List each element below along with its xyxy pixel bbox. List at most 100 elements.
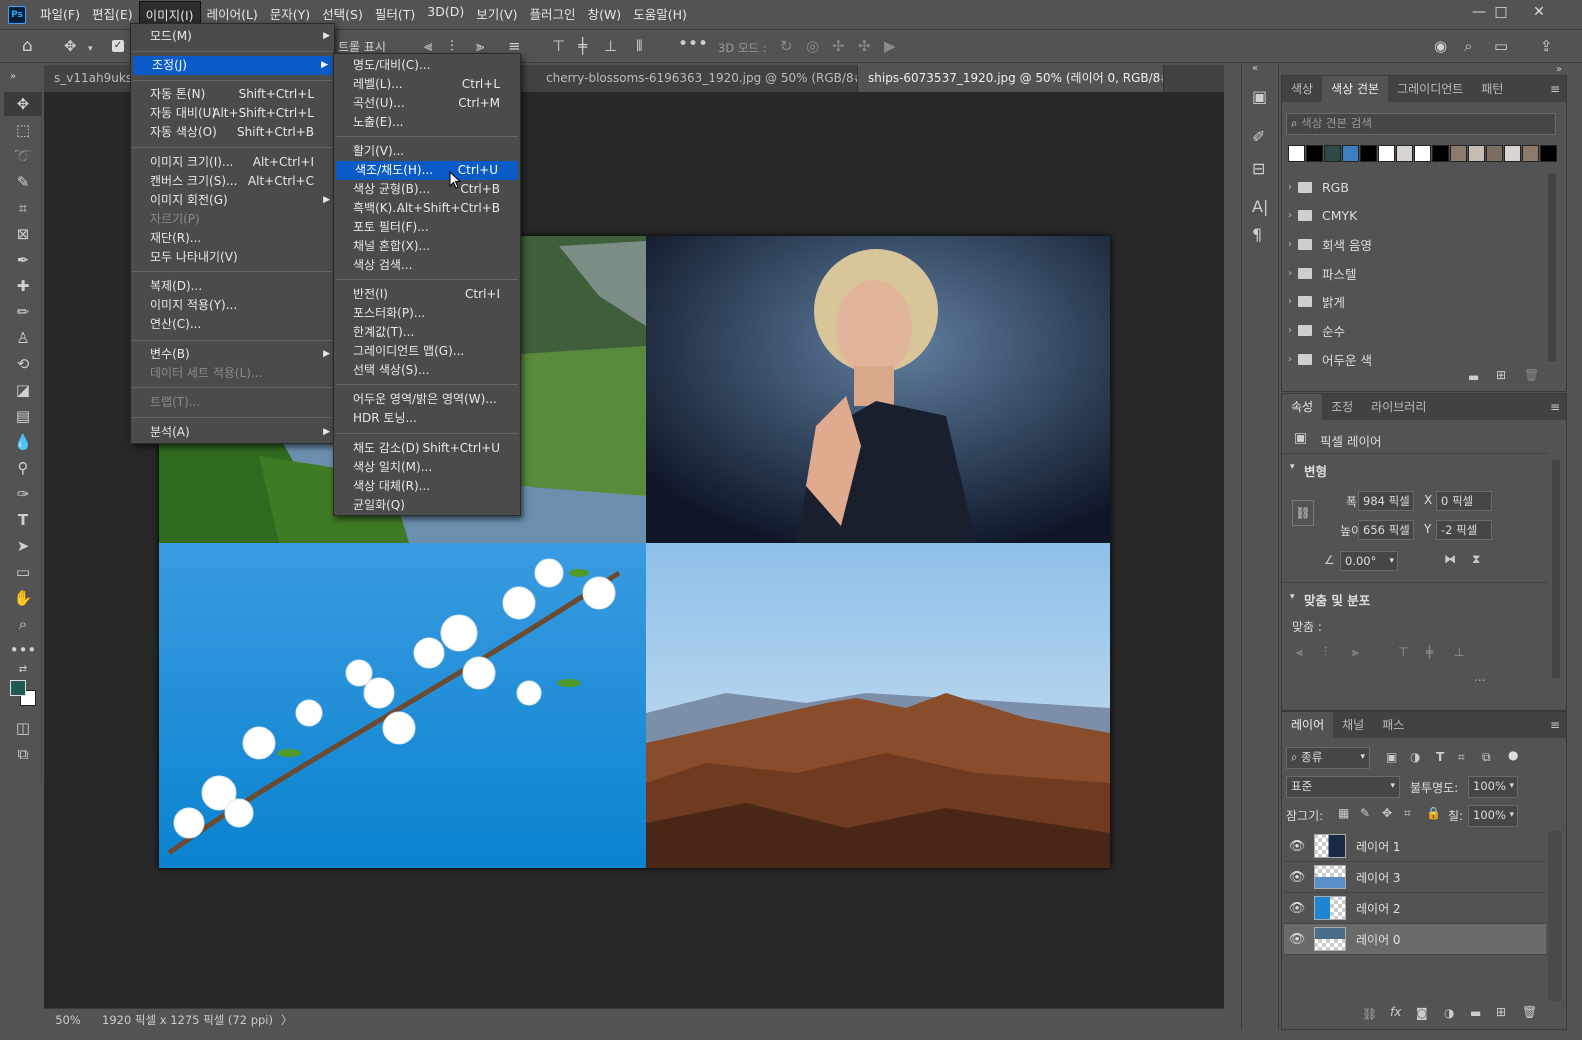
character-icon[interactable]: A| [1252, 197, 1268, 216]
menu-item-adjust-menu[interactable]: HDR 토닝... [334, 409, 520, 428]
new-layer-icon[interactable]: ⊞ [1496, 1005, 1506, 1019]
tab-paths[interactable]: 패스 [1373, 712, 1413, 738]
menu-item-adjust-menu[interactable]: 반전(I) Ctrl+I [334, 285, 520, 304]
menu-item-image-menu[interactable]: 이미지 크기(I)... Alt+Ctrl+I [131, 153, 334, 172]
tab-patterns[interactable]: 패턴 [1472, 76, 1512, 102]
lasso-tool-icon[interactable]: ➰ [4, 144, 42, 168]
menu-item[interactable]: 보기(V) [470, 1, 523, 28]
swatch-group[interactable]: › CMYK [1288, 202, 1548, 230]
tab-gradients[interactable]: 그레이디언트 [1388, 76, 1472, 102]
menu-item-image-menu[interactable]: 이미지 적용(Y)... [131, 296, 334, 315]
history-icon[interactable]: ▣ [1252, 87, 1267, 106]
filter-pixel-icon[interactable]: ▣ [1386, 750, 1397, 764]
distribute-vertical-icon[interactable]: ⦀ [636, 38, 643, 54]
menu-item-adjust-menu[interactable]: 채도 감소(D) Shift+Ctrl+U [334, 439, 520, 458]
maximize-icon[interactable]: □ [1482, 0, 1520, 24]
doc-tab-2[interactable]: cherry-blossoms-6196363_1920.jpg @ 50% (… [536, 65, 858, 92]
menu-item-adjust-menu[interactable]: 레벨(L)... Ctrl+L [334, 75, 520, 94]
chevron-right-icon[interactable]: › [1288, 182, 1292, 193]
menu-item-adjust-menu[interactable]: 색상 일치(M)... [334, 458, 520, 477]
menu-item-adjust-menu[interactable]: 한계값(T)... [334, 323, 520, 342]
screen-mode-icon[interactable]: ⧉ [4, 742, 42, 766]
brush-settings-icon[interactable]: ✐ [1252, 127, 1265, 146]
height-field[interactable]: 656 픽셀 [1358, 520, 1414, 540]
layer-row[interactable]: 👁 레이어 3 [1284, 862, 1546, 893]
menu-item-image-menu[interactable]: 모드(M) ▶ [131, 27, 334, 46]
menu-item-image-menu[interactable]: 캔버스 크기(S)... Alt+Ctrl+C [131, 172, 334, 191]
color-swatch[interactable] [1288, 145, 1305, 162]
color-swatch[interactable] [1414, 145, 1431, 162]
status-arrow-icon[interactable]: 〉 [281, 1012, 293, 1028]
menu-item-image-menu[interactable]: 연산(C)... [131, 315, 334, 334]
menu-item[interactable]: 파일(F) [34, 1, 86, 28]
panel-menu-icon[interactable]: ≡ [1550, 82, 1560, 96]
lock-transparent-icon[interactable]: ▦ [1338, 806, 1349, 820]
paragraph-icon[interactable]: ¶ [1252, 225, 1262, 244]
menu-item-adjust-menu[interactable]: 색상 검색... [334, 256, 520, 275]
auto-select-checkbox[interactable]: ✓ [112, 40, 124, 52]
color-swatch[interactable] [1522, 145, 1539, 162]
tab-swatches[interactable]: 색상 견본 [1322, 76, 1389, 102]
link-icon[interactable]: ⛓ [1292, 500, 1314, 526]
doc-tab-3[interactable]: ships-6073537_1920.jpg @ 50% (레이어 0, RGB… [858, 65, 1164, 92]
chevron-right-icon[interactable]: › [1288, 239, 1292, 250]
swatch-group[interactable]: › 회색 음영 [1288, 230, 1548, 258]
color-swatch[interactable] [1468, 145, 1485, 162]
visibility-eye-icon[interactable]: 👁 [1284, 932, 1310, 947]
align-right-icon[interactable]: ⫸ [476, 38, 484, 54]
tab-libraries[interactable]: 라이브러리 [1362, 394, 1435, 420]
zoom-level[interactable]: 50% [44, 1013, 92, 1027]
y-field[interactable]: -2 픽셀 [1436, 520, 1492, 540]
tab-adjustments[interactable]: 조정 [1322, 394, 1362, 420]
menu-item[interactable]: 3D(D) [421, 1, 470, 28]
align-middle-icon[interactable]: ╪ [578, 38, 587, 54]
lock-image-icon[interactable]: ✎ [1360, 806, 1370, 820]
chevron-right-icon[interactable]: › [1288, 268, 1292, 279]
align-vcenter-icon[interactable]: ╪ [1426, 645, 1433, 659]
hand-tool-icon[interactable]: ✋ [4, 586, 42, 610]
zoom-tool-icon[interactable]: ⌕ [4, 612, 42, 636]
healing-brush-icon[interactable]: ✚ [4, 274, 42, 298]
opacity-field[interactable]: 100% ▾ [1468, 776, 1518, 798]
visibility-eye-icon[interactable]: 👁 [1284, 901, 1310, 916]
workspace-icon[interactable]: ▭ [1494, 38, 1508, 54]
layer-row[interactable]: 👁 레이어 1 [1284, 831, 1546, 862]
distribute-icon[interactable]: ≡ [508, 38, 521, 54]
visibility-eye-icon[interactable]: 👁 [1284, 839, 1310, 854]
menu-item[interactable]: 플러그인 [524, 1, 582, 28]
new-adjustment-icon[interactable]: ◑ [1444, 1006, 1454, 1020]
menu-item-adjust-menu[interactable]: 그레이디언트 맵(G)... [334, 342, 520, 361]
color-swatch[interactable] [1342, 145, 1359, 162]
add-mask-icon[interactable]: ◙ [1416, 1006, 1428, 1020]
menu-item-adjust-menu[interactable]: 선택 색상(S)... [334, 361, 520, 380]
delete-layer-icon[interactable]: 🗑 [1522, 1005, 1537, 1019]
filter-adjustment-icon[interactable]: ◑ [1410, 750, 1420, 764]
x-field[interactable]: 0 픽셀 [1436, 491, 1492, 511]
chevron-right-icon[interactable]: › [1288, 210, 1292, 221]
menu-item-adjust-menu[interactable]: 흑백(K)... Alt+Shift+Ctrl+B [334, 199, 520, 218]
flip-vertical-icon[interactable]: ⧗ [1472, 552, 1480, 567]
new-group-icon[interactable]: ▬ [1468, 370, 1479, 384]
collapse-panels-icon[interactable]: » [1556, 64, 1562, 75]
fill-field[interactable]: 100% ▾ [1468, 805, 1518, 827]
move-tool-icon[interactable]: ✥ [64, 38, 77, 54]
menu-item-image-menu[interactable]: 변수(B) ▶ [131, 345, 334, 364]
panel-menu-icon[interactable]: ≡ [1550, 400, 1560, 414]
align-right-icon[interactable]: ⫸ [1352, 645, 1359, 660]
link-layers-icon[interactable]: ⛓ [1362, 1007, 1377, 1021]
new-group-icon[interactable]: ▬ [1470, 1006, 1481, 1020]
properties-scrollbar[interactable] [1552, 460, 1560, 678]
doc-tab-1[interactable]: s_v11ah9uksad [44, 65, 132, 92]
chevron-down-icon[interactable]: ▾ [88, 41, 93, 57]
swatch-scrollbar[interactable] [1548, 173, 1556, 361]
menu-item-adjust-menu[interactable]: 포토 필터(F)... [334, 218, 520, 237]
crop-tool-icon[interactable]: ⌗ [4, 196, 42, 220]
menu-item-image-menu[interactable]: 분석(A) ▶ [131, 423, 334, 442]
layers-scrollbar[interactable] [1548, 831, 1562, 1001]
share-icon[interactable]: ⇪ [1540, 38, 1553, 54]
color-swatch[interactable] [1504, 145, 1521, 162]
foreground-color-swatch[interactable] [10, 680, 26, 696]
3d-pan-icon[interactable]: ✢ [832, 38, 845, 54]
tab-properties[interactable]: 속성 [1282, 394, 1323, 420]
photoshop-logo-icon[interactable]: Ps [8, 5, 26, 24]
